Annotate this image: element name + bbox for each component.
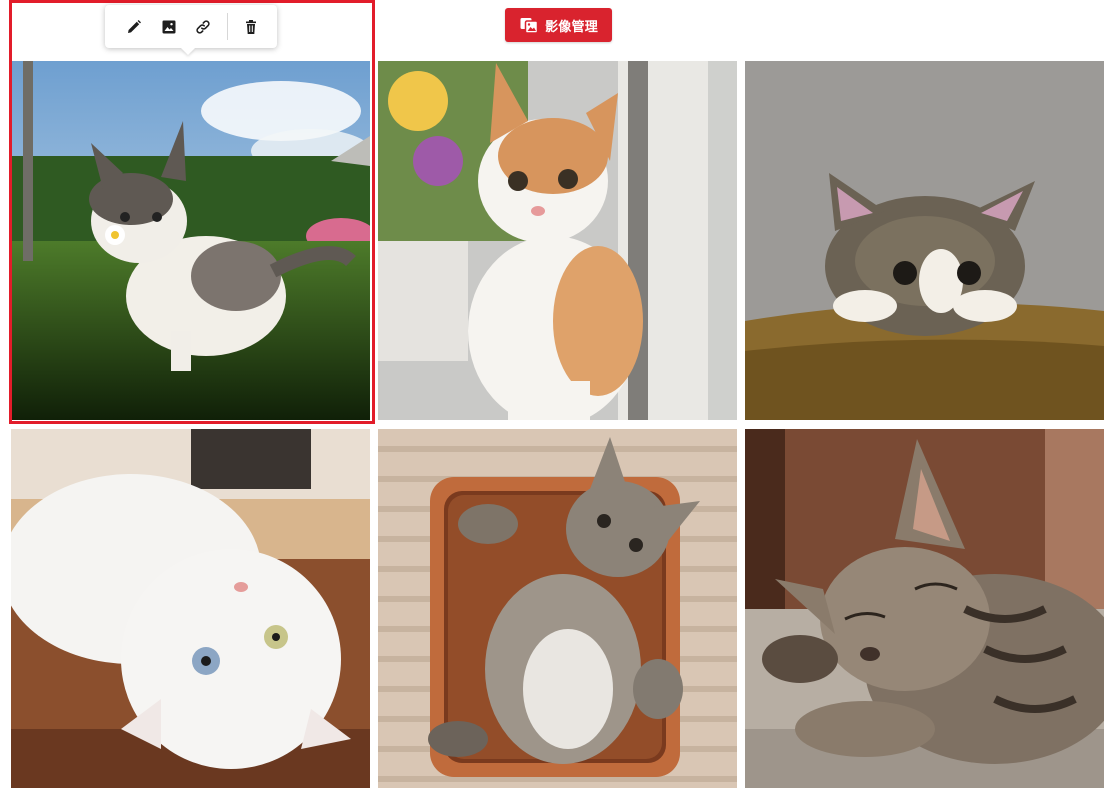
media-management-label: 影像管理 — [545, 18, 598, 34]
toolbar-divider — [226, 13, 228, 40]
link-icon — [195, 19, 211, 35]
replace-image-button[interactable] — [152, 11, 187, 43]
kitten-basket-photo — [378, 429, 737, 788]
gallery-image-sleeping-kitten[interactable] — [745, 429, 1104, 788]
gallery-image-kitten-daisy[interactable] — [11, 61, 370, 420]
cat-looking-up-photo — [378, 61, 737, 420]
white-cat-photo — [11, 429, 370, 788]
edit-image-button[interactable] — [117, 11, 152, 43]
gallery-image-tabby-sofa[interactable] — [745, 61, 1104, 420]
sleeping-kitten-photo — [745, 429, 1104, 788]
image-toolbar — [105, 5, 277, 48]
pencil-icon — [126, 19, 142, 35]
delete-image-button[interactable] — [233, 11, 268, 43]
images-icon — [519, 15, 539, 35]
image-gallery — [11, 61, 1105, 788]
media-management-button[interactable]: 影像管理 — [505, 8, 612, 42]
image-icon — [161, 19, 177, 35]
tabby-sofa-photo — [745, 61, 1104, 420]
link-image-button[interactable] — [186, 11, 221, 43]
gallery-image-kitten-basket[interactable] — [378, 429, 737, 788]
kitten-daisy-photo — [11, 61, 370, 420]
gallery-image-cat-looking-up[interactable] — [378, 61, 737, 420]
editor-page: 影像管理 — [0, 0, 1118, 797]
gallery-image-white-cat[interactable] — [11, 429, 370, 788]
trash-icon — [243, 19, 259, 35]
